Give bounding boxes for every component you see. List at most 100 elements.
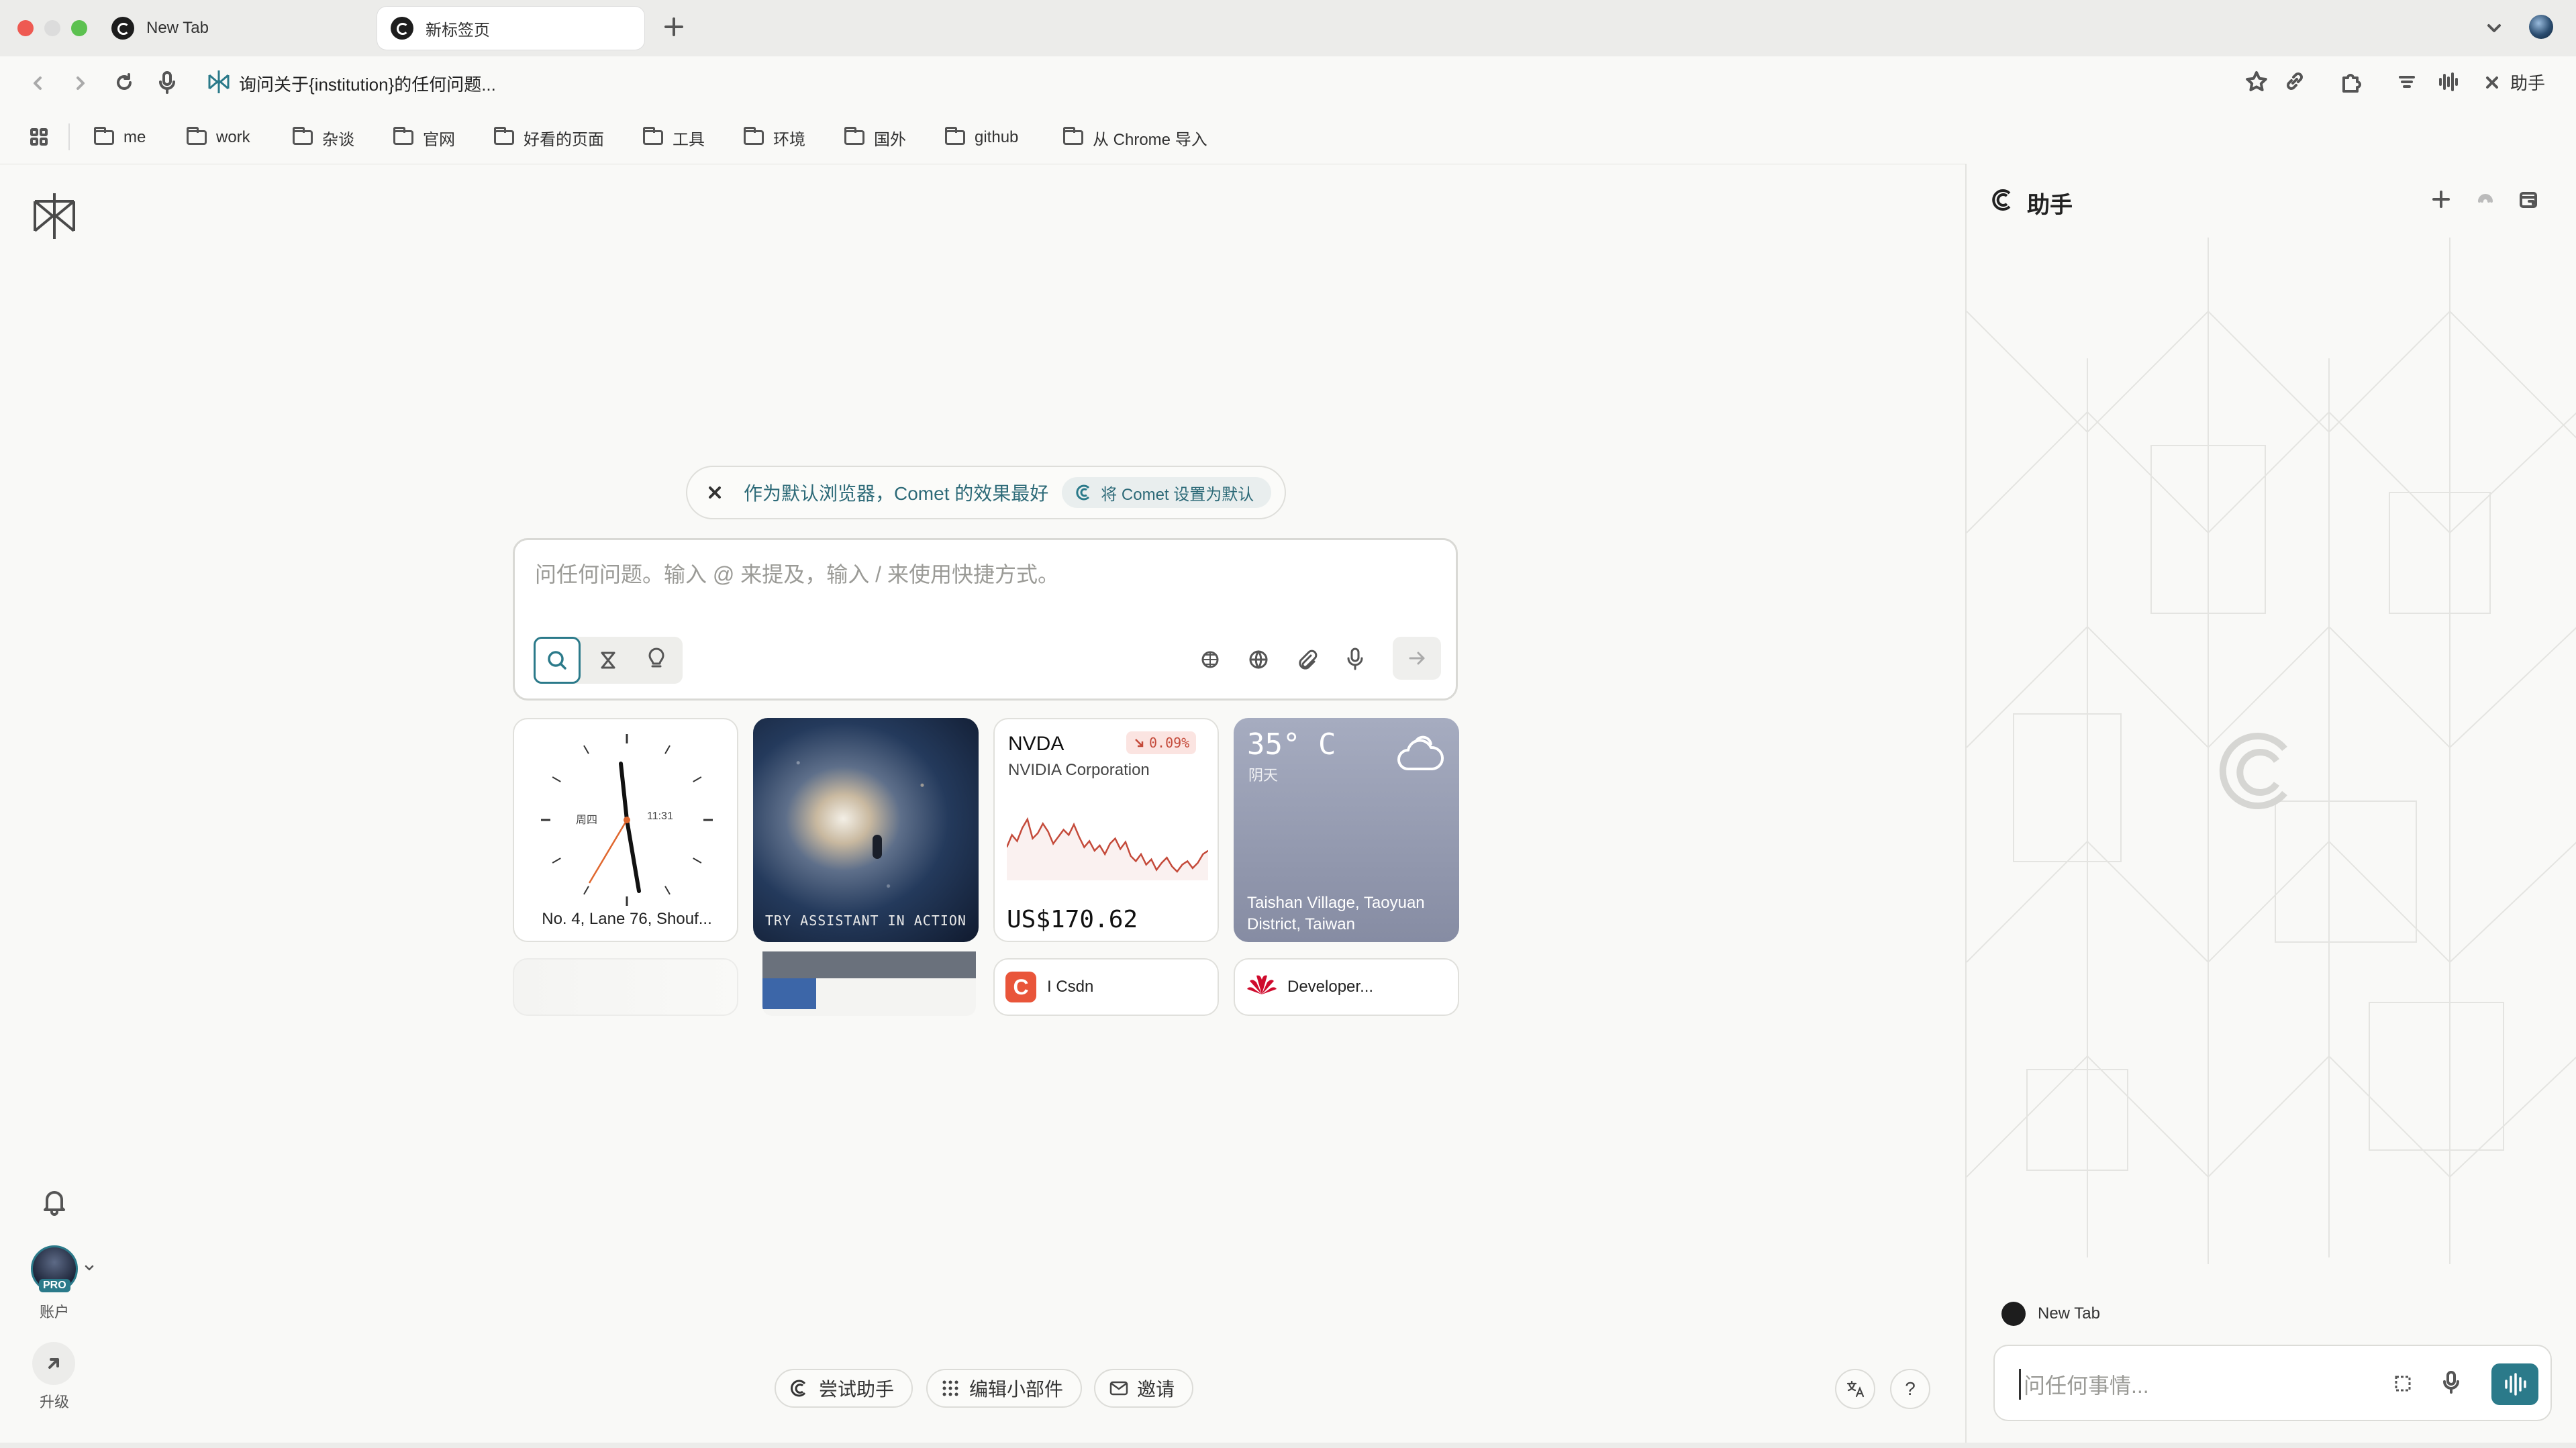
- invite-button[interactable]: 邀请: [1094, 1369, 1194, 1408]
- bookmark-folder-env[interactable]: 环境: [744, 126, 805, 149]
- mode-labs-button[interactable]: [633, 637, 680, 684]
- focus-target-icon[interactable]: [1197, 646, 1224, 673]
- thumbnail-block: [762, 978, 816, 1009]
- dictation-mic-icon[interactable]: [1342, 645, 1369, 674]
- set-default-button[interactable]: 将 Comet 设置为默认: [1062, 477, 1272, 508]
- dismiss-banner-icon[interactable]: [705, 482, 725, 503]
- apps-grid-icon[interactable]: [28, 126, 50, 148]
- history-icon[interactable]: [2474, 188, 2497, 211]
- edit-widgets-label: 编辑小部件: [969, 1379, 1064, 1400]
- shortcut-label: I Csdn: [1047, 978, 1094, 996]
- tab-label: New Tab: [146, 19, 209, 37]
- minimize-window-button[interactable]: [44, 20, 60, 36]
- huawei-logo-icon: [1247, 975, 1277, 994]
- bookmarks-bar: [0, 110, 2576, 164]
- shortcut-csdn[interactable]: C I Csdn: [993, 958, 1219, 1016]
- set-default-label: 将 Comet 设置为默认: [1101, 485, 1254, 504]
- stock-ticker: NVDA: [1008, 733, 1064, 755]
- account-chevron-icon[interactable]: [83, 1261, 95, 1274]
- omnibox-text[interactable]: 询问关于{institution}的任何问题...: [239, 71, 496, 96]
- zoom-window-button[interactable]: [71, 20, 87, 36]
- context-tab-chip[interactable]: New Tab: [2001, 1302, 2100, 1326]
- assistant-mic-icon[interactable]: [2439, 1369, 2463, 1397]
- tab-new-tab[interactable]: New Tab: [98, 7, 373, 50]
- shortcut-label: Developer...: [1287, 978, 1374, 996]
- shortcut-thumbnail[interactable]: [762, 951, 976, 1016]
- bookmark-folder-official[interactable]: 官网: [393, 126, 455, 149]
- bookmark-folder-github[interactable]: github: [945, 126, 1018, 149]
- weather-location: Taishan Village, Taoyuan District, Taiwa…: [1247, 894, 1425, 933]
- folder-icon: [844, 127, 864, 145]
- forward-icon[interactable]: [70, 72, 91, 94]
- search-placeholder[interactable]: 问任何问题。输入 @ 来提及，输入 / 来使用快捷方式。: [535, 558, 1059, 588]
- mail-icon: [1109, 1381, 1128, 1396]
- globe-icon[interactable]: [1245, 646, 1272, 673]
- close-icon: [2486, 76, 2498, 89]
- stock-change: 0.09%: [1149, 735, 1190, 751]
- bookmark-folder-misc[interactable]: 杂谈: [293, 126, 354, 149]
- upgrade-button[interactable]: [32, 1342, 75, 1385]
- clock-digital-time: 11:31: [647, 811, 673, 822]
- bookmark-folder-abroad[interactable]: 国外: [844, 126, 906, 149]
- folder-icon: [643, 127, 663, 145]
- comet-icon: [111, 17, 134, 40]
- assistant-input-placeholder[interactable]: 问任何事情...: [2019, 1369, 2149, 1400]
- assistant-panel: 助手 New Tab 问任何事情...: [1965, 164, 2576, 1448]
- close-assistant-button[interactable]: 助手: [2482, 70, 2545, 95]
- clock-tick: [583, 745, 589, 754]
- shortcut-placeholder[interactable]: [513, 958, 738, 1016]
- bookmark-folder-chrome-import[interactable]: 从 Chrome 导入: [1063, 126, 1207, 149]
- bookmark-folder-me[interactable]: me: [94, 126, 146, 149]
- folder-icon: [187, 127, 207, 145]
- attach-paperclip-icon[interactable]: [1293, 646, 1320, 673]
- back-icon[interactable]: [27, 72, 48, 94]
- new-tab-button[interactable]: [662, 15, 686, 39]
- mode-research-button[interactable]: [585, 637, 632, 684]
- edit-widgets-button[interactable]: 编辑小部件: [926, 1369, 1083, 1408]
- comet-icon: [1076, 484, 1090, 501]
- try-assistant-button[interactable]: 尝试助手: [775, 1369, 913, 1408]
- link-icon[interactable]: [2283, 70, 2306, 93]
- screenshot-select-icon[interactable]: [2391, 1372, 2415, 1396]
- assistant-ask-box[interactable]: 问任何事情...: [1993, 1345, 2552, 1421]
- folder-icon: [494, 127, 514, 145]
- new-chat-plus-icon[interactable]: [2430, 188, 2453, 211]
- perplexity-logo-icon[interactable]: [30, 191, 79, 242]
- open-in-window-icon[interactable]: [2517, 188, 2540, 211]
- clock-widget[interactable]: 周四 11:31 No. 4, Lane 76, Shouf...: [513, 718, 738, 942]
- bookmark-folder-nice-pages[interactable]: 好看的页面: [494, 126, 604, 149]
- window-bottom-border: [0, 1443, 2576, 1448]
- help-button[interactable]: ?: [1890, 1369, 1930, 1409]
- mode-search-button[interactable]: [534, 637, 581, 684]
- extensions-puzzle-icon[interactable]: [2338, 70, 2363, 94]
- search-box[interactable]: 问任何问题。输入 @ 来提及，输入 / 来使用快捷方式。: [513, 538, 1458, 701]
- assistant-promo-widget[interactable]: TRY ASSISTANT IN ACTION: [753, 718, 979, 942]
- weather-temperature: 35° C: [1247, 727, 1336, 762]
- reload-icon[interactable]: [113, 71, 136, 94]
- pro-badge: PRO: [39, 1279, 70, 1292]
- tab-active[interactable]: 新标签页: [377, 7, 644, 50]
- profile-avatar[interactable]: [2529, 15, 2553, 39]
- shortcut-huawei-developer[interactable]: Developer...: [1234, 958, 1459, 1016]
- voice-wave-icon[interactable]: [2436, 70, 2461, 94]
- arrow-right-icon: [1409, 652, 1425, 665]
- voice-mode-button[interactable]: [2491, 1363, 2538, 1405]
- submit-button[interactable]: [1393, 637, 1441, 680]
- bookmark-folder-work[interactable]: work: [187, 126, 250, 149]
- folder-icon: [744, 127, 764, 145]
- stock-widget[interactable]: NVDA 0.09% NVIDIA Corporation US$170.62: [993, 718, 1219, 942]
- bookmark-star-icon[interactable]: [2244, 70, 2269, 94]
- tab-list-chevron-icon[interactable]: [2483, 17, 2505, 39]
- menu-lines-icon[interactable]: [2396, 71, 2418, 93]
- translate-button[interactable]: [1835, 1369, 1875, 1409]
- clock-tick: [552, 776, 561, 782]
- clock-tick: [664, 886, 671, 895]
- weather-widget[interactable]: 35° C 阴天 Taishan Village, Taoyuan Distri…: [1234, 718, 1459, 942]
- search-icon: [548, 651, 566, 670]
- close-window-button[interactable]: [17, 20, 34, 36]
- microphone-icon[interactable]: [156, 70, 179, 95]
- bookmark-folder-tools[interactable]: 工具: [643, 126, 705, 149]
- analog-clock: [541, 734, 713, 906]
- clock-weekday: 周四: [576, 815, 598, 826]
- notifications-bell-icon[interactable]: [39, 1186, 70, 1217]
